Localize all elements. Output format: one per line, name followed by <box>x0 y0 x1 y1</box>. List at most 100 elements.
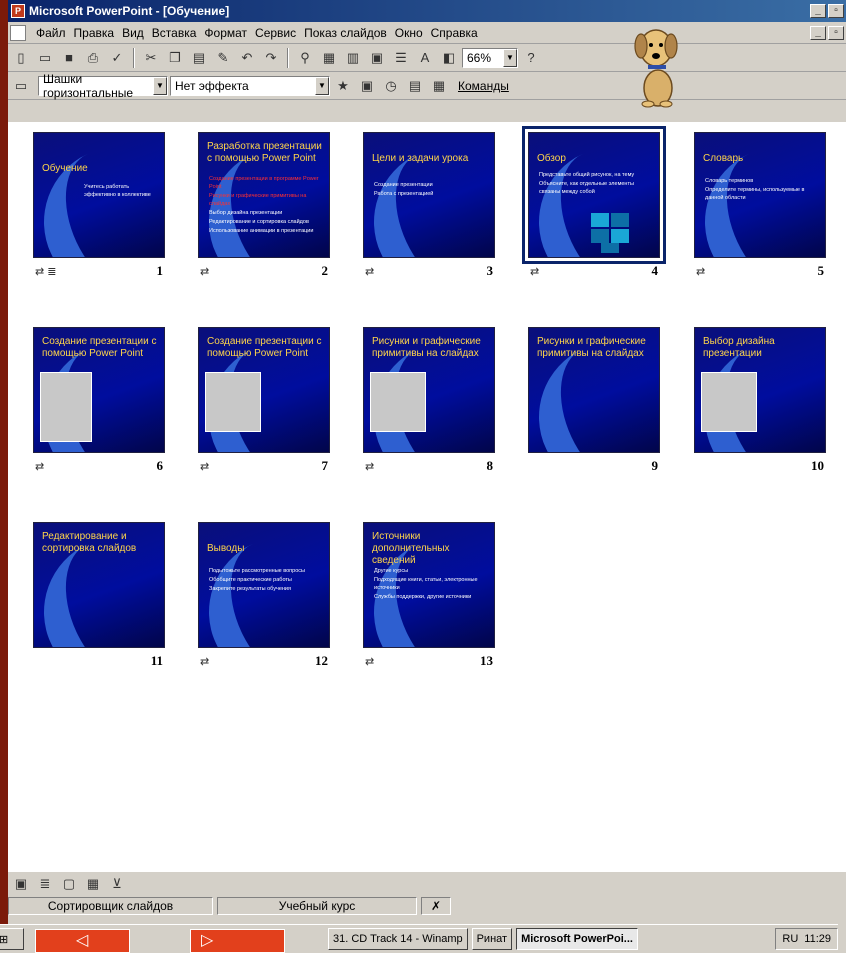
effect-select[interactable]: Нет эффекта ▼ <box>170 75 330 96</box>
slide-9[interactable]: Рисунки и графические примитивы на слайд… <box>528 327 660 479</box>
new-slide-icon[interactable]: ▣ <box>366 47 388 69</box>
slide-2[interactable]: Разработка презентации с помощью Power P… <box>198 132 330 284</box>
menu-insert[interactable]: Вставка <box>148 26 201 40</box>
next-slide-button[interactable]: ▷ <box>190 929 285 953</box>
slide-show-icon[interactable]: ▭ <box>10 75 32 97</box>
hyperlink-icon[interactable]: ⚲ <box>294 47 316 69</box>
summary-slide-icon[interactable]: ▤ <box>404 75 426 97</box>
paste-icon[interactable]: ▤ <box>188 47 210 69</box>
slide-thumbnail[interactable]: Словарь Словарь терминов Определите терм… <box>694 132 826 258</box>
menu-format[interactable]: Формат <box>200 26 251 40</box>
slide-11[interactable]: Редактирование и сортировка слайдов 11 <box>33 522 165 674</box>
powerpoint-app-icon[interactable]: P <box>11 4 25 18</box>
hide-slide-icon[interactable]: ▣ <box>356 75 378 97</box>
slide-thumbnail[interactable]: Рисунки и графические примитивы на слайд… <box>363 327 495 453</box>
spellcheck-icon[interactable]: ✓ <box>106 47 128 69</box>
slide-thumbnail[interactable]: Обучение Учитесь работать эффективно в к… <box>33 132 165 258</box>
transition-icon[interactable]: ⇄ ≣ <box>35 265 57 278</box>
taskbar-item-powerpoint[interactable]: Microsoft PowerPoi... <box>516 928 638 950</box>
show-formatting-icon[interactable]: A <box>414 47 436 69</box>
transition-icon[interactable]: ⇄ <box>696 265 705 278</box>
taskbar-item-winamp[interactable]: 31. CD Track 14 - Winamp <box>328 928 468 950</box>
transition-icon[interactable]: ⇄ <box>200 460 209 473</box>
speaker-notes-icon[interactable]: ▦ <box>428 75 450 97</box>
menu-edit[interactable]: Правка <box>70 26 119 40</box>
sorter-view-icon[interactable]: ▦ <box>82 873 104 895</box>
slide-view-icon[interactable]: ▢ <box>58 873 80 895</box>
minimize-button[interactable]: _ <box>810 4 826 18</box>
animation-icon[interactable]: ★ <box>332 75 354 97</box>
zoom-select[interactable]: 66% ▼ <box>462 47 518 68</box>
slide-8[interactable]: Рисунки и графические примитивы на слайд… <box>363 327 495 479</box>
slide-thumbnail[interactable]: Выбор дизайна презентации <box>694 327 826 453</box>
slide-thumbnail[interactable]: Выводы Подытожьте рассмотренные вопросы … <box>198 522 330 648</box>
slide-13[interactable]: Источники дополнительных сведений Другие… <box>363 522 495 674</box>
prev-slide-button[interactable]: ◁ <box>35 929 130 953</box>
slide-thumbnail[interactable]: Создание презентации с помощью Power Poi… <box>33 327 165 453</box>
slide-bullet: Службы поддержки, другие источники <box>374 594 472 600</box>
format-painter-icon[interactable]: ✎ <box>212 47 234 69</box>
copy-icon[interactable]: ❐ <box>164 47 186 69</box>
transition-icon[interactable]: ⇄ <box>200 655 209 668</box>
slide-6[interactable]: Создание презентации с помощью Power Poi… <box>33 327 165 479</box>
menu-view[interactable]: Вид <box>118 26 148 40</box>
transition-icon[interactable]: ⇄ <box>200 265 209 278</box>
spelling-status-icon[interactable]: ✗ <box>421 897 451 915</box>
transition-icon[interactable]: ⇄ <box>365 265 374 278</box>
doc-restore-button[interactable]: ▫ <box>828 25 844 40</box>
chart-icon[interactable]: ▥ <box>342 47 364 69</box>
transition-icon[interactable]: ⇄ <box>35 460 44 473</box>
slide-7[interactable]: Создание презентации с помощью Power Poi… <box>198 327 330 479</box>
outline-view-icon[interactable]: ≣ <box>34 873 56 895</box>
menu-slideshow[interactable]: Показ слайдов <box>300 26 391 40</box>
document-icon[interactable] <box>10 24 26 41</box>
undo-icon[interactable]: ↶ <box>236 47 258 69</box>
slide-1[interactable]: Обучение Учитесь работать эффективно в к… <box>33 132 165 284</box>
menu-help[interactable]: Справка <box>427 26 482 40</box>
slide-4[interactable]: Обзор Представьте общий рисунок, на тему… <box>522 126 666 284</box>
chevron-down-icon[interactable]: ▼ <box>315 76 329 95</box>
transition-icon[interactable]: ⇄ <box>365 655 374 668</box>
doc-minimize-button[interactable]: _ <box>810 25 826 40</box>
grayscale-icon[interactable]: ◧ <box>438 47 460 69</box>
slide-thumbnail-selected[interactable]: Обзор Представьте общий рисунок, на тему… <box>522 126 666 264</box>
chevron-down-icon[interactable]: ▼ <box>153 76 167 95</box>
slide-thumbnail[interactable]: Разработка презентации с помощью Power P… <box>198 132 330 258</box>
office-assistant-dog[interactable] <box>628 18 684 108</box>
slide-12[interactable]: Выводы Подытожьте рассмотренные вопросы … <box>198 522 330 674</box>
redo-icon[interactable]: ↷ <box>260 47 282 69</box>
table-icon[interactable]: ▦ <box>318 47 340 69</box>
slideshow-view-icon[interactable]: ⊻ <box>106 873 128 895</box>
slide-thumbnail[interactable]: Цели и задачи урока Создание презентации… <box>363 132 495 258</box>
menu-tools[interactable]: Сервис <box>251 26 300 40</box>
menu-window[interactable]: Окно <box>391 26 427 40</box>
rehearse-timings-icon[interactable]: ◷ <box>380 75 402 97</box>
menu-file[interactable]: Файл <box>32 26 70 40</box>
slide-thumbnail[interactable]: Создание презентации с помощью Power Poi… <box>198 327 330 453</box>
slide-thumbnail[interactable]: Редактирование и сортировка слайдов <box>33 522 165 648</box>
help-icon[interactable]: ? <box>520 47 542 69</box>
new-icon[interactable]: ▯ <box>10 47 32 69</box>
print-icon[interactable]: ⎙ <box>82 47 104 69</box>
chevron-down-icon[interactable]: ▼ <box>503 48 517 67</box>
puzzle-diagram-icon <box>591 213 629 253</box>
taskbar-item-folder[interactable]: Ринат <box>471 928 513 950</box>
transition-icon[interactable]: ⇄ <box>530 265 539 278</box>
transition-select[interactable]: Шашки горизонтальные ▼ <box>38 72 168 100</box>
normal-view-icon[interactable]: ▣ <box>10 873 32 895</box>
transition-icon[interactable]: ⇄ <box>365 460 374 473</box>
restore-button[interactable]: ▫ <box>828 4 844 18</box>
commands-menu[interactable]: Команды <box>452 79 515 93</box>
slide-3[interactable]: Цели и задачи урока Создание презентации… <box>363 132 495 284</box>
expand-icon[interactable]: ☰ <box>390 47 412 69</box>
save-icon[interactable]: ■ <box>58 47 80 69</box>
effect-value: Нет эффекта <box>175 78 249 93</box>
slide-thumbnail[interactable]: Источники дополнительных сведений Другие… <box>363 522 495 648</box>
open-icon[interactable]: ▭ <box>34 47 56 69</box>
slide-5[interactable]: Словарь Словарь терминов Определите терм… <box>694 132 826 284</box>
cut-icon[interactable]: ✂ <box>140 47 162 69</box>
start-button[interactable]: ⊞ <box>0 928 24 950</box>
slide-thumbnail[interactable]: Рисунки и графические примитивы на слайд… <box>528 327 660 453</box>
language-indicator[interactable]: RU <box>782 933 798 945</box>
slide-10[interactable]: Выбор дизайна презентации 10 <box>694 327 826 479</box>
